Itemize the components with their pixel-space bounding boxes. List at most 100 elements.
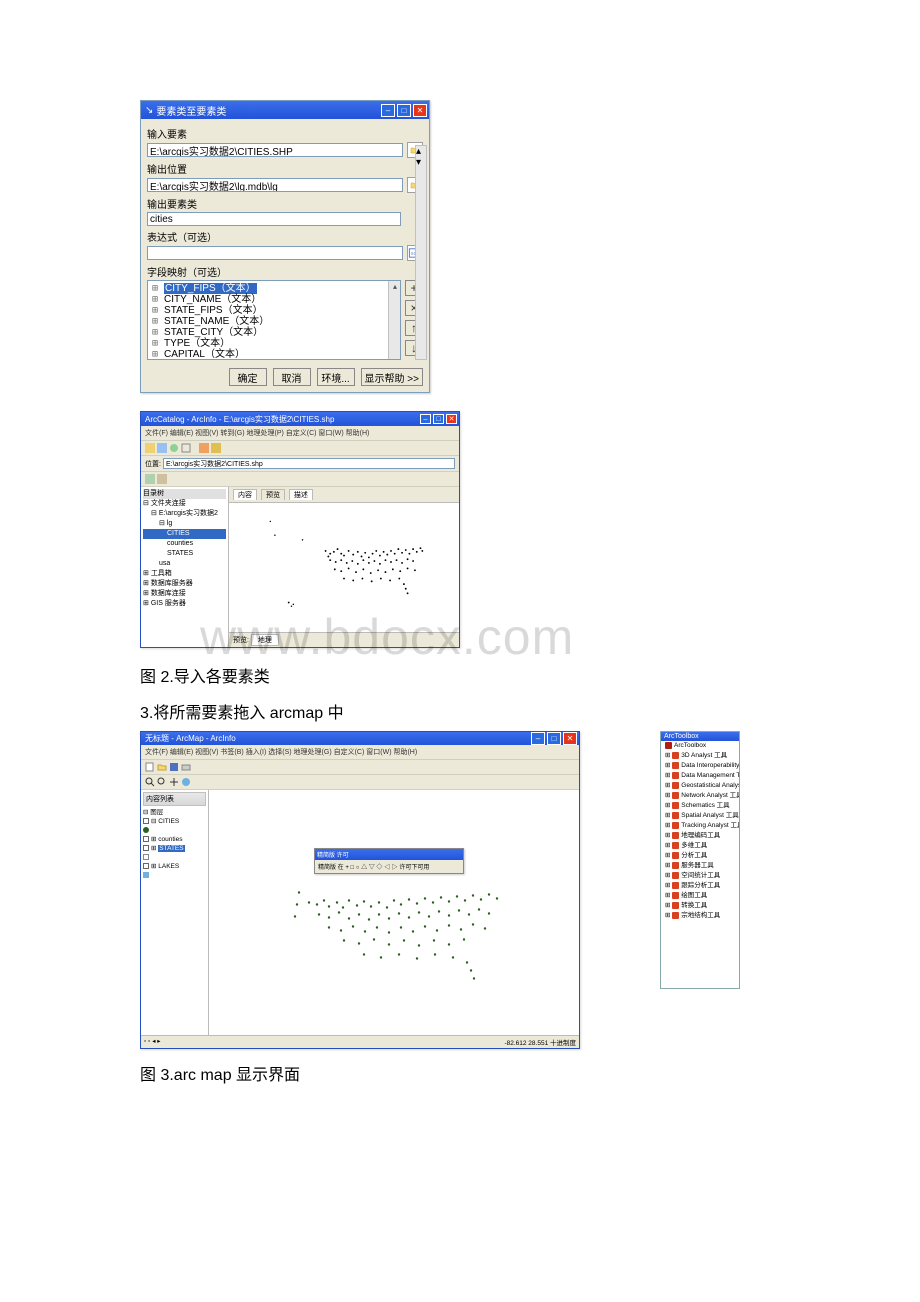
arccatalog-toolbar[interactable] [141, 441, 459, 456]
arccatalog-toolbar-2[interactable] [141, 472, 459, 487]
arctoolbox-title: ArcToolbox [661, 732, 739, 741]
map-canvas[interactable]: 精简版 许可 精简版 在 + □ ○ △ ▽ ◇ ◁ ▷ 许可下可用 [209, 790, 579, 1035]
output-fc-field[interactable]: cities [147, 212, 401, 226]
toolbox-node[interactable]: ⊞ 服务器工具 [661, 861, 739, 871]
toc-title: 内容列表 [143, 792, 206, 806]
toolbar-icon [211, 443, 221, 453]
field-item[interactable]: ⊞ STATE_NAME（文本） [152, 316, 396, 327]
arccatalog-title: ArcCatalog - ArcInfo - E:\arcgis实习数据2\CI… [145, 414, 418, 425]
cancel-button[interactable]: 取消 [273, 368, 311, 386]
maximize-button[interactable]: □ [433, 414, 444, 424]
tree-node[interactable]: ⊞ GIS 服务器 [143, 599, 226, 609]
minimize-button[interactable]: – [531, 732, 545, 745]
field-item[interactable]: ⊞ TYPE（文本） [152, 338, 396, 349]
expression-field[interactable] [147, 246, 403, 260]
tree-node[interactable]: ⊟ lg [143, 519, 226, 529]
tree-node[interactable]: ⊞ 工具箱 [143, 569, 226, 579]
tab-preview[interactable]: 预览 [261, 489, 285, 500]
toolbox-node[interactable]: ⊞ Data Management Tools [661, 771, 739, 781]
toc-layer[interactable]: ⊞ STATES [143, 844, 206, 853]
toolbox-node[interactable]: ⊞ Schematics 工具 [661, 801, 739, 811]
dialog-title: 要素类至要素类 [156, 103, 379, 118]
toolbox-node[interactable]: ⊞ 转换工具 [661, 901, 739, 911]
arcmap-toolbar-2[interactable] [141, 775, 579, 790]
close-button[interactable]: ✕ [563, 732, 577, 745]
field-item[interactable]: ⊞ CITY_FIPS（文本） [152, 283, 396, 294]
listbox-scrollbar[interactable]: ▴ [388, 281, 400, 359]
toc-layer[interactable]: ⊞ counties [143, 835, 206, 844]
tree-node[interactable]: usa [143, 559, 226, 569]
input-feature-field[interactable]: E:\arcgis实习数据2\CITIES.SHP [147, 143, 403, 157]
arccatalog-menubar[interactable]: 文件(F) 编辑(E) 视图(V) 转到(G) 地理处理(P) 自定义(C) 窗… [141, 426, 459, 441]
maximize-button[interactable]: □ [397, 104, 411, 117]
tree-node[interactable]: ⊞ 数据库连接 [143, 589, 226, 599]
location-label: 位置: [145, 459, 161, 469]
figure-2-caption: 图 2.导入各要素类 [140, 663, 780, 687]
toc-layer[interactable]: ⊟ CITIES [143, 817, 206, 826]
field-item[interactable]: ⊞ STATE_CITY（文本） [152, 327, 396, 338]
maximize-button[interactable]: □ [547, 732, 561, 745]
zoom-in-icon [145, 777, 155, 787]
preview-canvas [229, 503, 459, 632]
toolbox-node[interactable]: ⊞ 3D Analyst 工具 [661, 751, 739, 761]
tab-content[interactable]: 内容 [233, 489, 257, 500]
minimize-button[interactable]: – [381, 104, 395, 117]
toolbox-node[interactable]: ⊞ 地理编码工具 [661, 831, 739, 841]
view-buttons[interactable]: ▫ ▫ ◂ ▸ [144, 1037, 161, 1047]
arccatalog-location-bar: 位置: E:\arcgis实习数据2\CITIES.shp [141, 456, 459, 472]
toolbox-node[interactable]: ⊞ Network Analyst 工具 [661, 791, 739, 801]
location-field[interactable]: E:\arcgis实习数据2\CITIES.shp [163, 458, 455, 469]
toolbox-node[interactable]: ⊞ Spatial Analyst 工具 [661, 811, 739, 821]
toolbox-node[interactable]: ⊞ 多维工具 [661, 841, 739, 851]
tree-node[interactable]: CITIES [143, 529, 226, 539]
toc-symbol [143, 853, 206, 862]
output-fc-label: 输出要素类 [147, 196, 423, 211]
usa-points-black [229, 503, 459, 632]
field-item[interactable]: ⊞ CITY_NAME（文本） [152, 294, 396, 305]
toolbox-node[interactable]: ⊞ 绘图工具 [661, 891, 739, 901]
show-help-button[interactable]: 显示帮助 >> [361, 368, 423, 386]
tab-description[interactable]: 描述 [289, 489, 313, 500]
close-button[interactable]: ✕ [446, 414, 457, 424]
print-icon [181, 762, 191, 772]
toolbox-node[interactable]: ⊞ Geostatistical Analyst 工具 [661, 781, 739, 791]
tree-node[interactable]: ⊟ 文件夹连接 [143, 499, 226, 509]
environments-button[interactable]: 环境... [317, 368, 355, 386]
tree-node[interactable]: STATES [143, 549, 226, 559]
catalog-tree[interactable]: 目录树 ⊟ 文件夹连接 ⊟ E:\arcgis实习数据2 ⊟ lg CITIES… [141, 487, 229, 647]
arctoolbox-panel[interactable]: ArcToolbox ArcToolbox ⊞ 3D Analyst 工具 ⊞ … [660, 731, 740, 989]
toc-layer[interactable]: ⊞ LAKES [143, 862, 206, 871]
toolbox-node[interactable]: ⊞ 空间统计工具 [661, 871, 739, 881]
ok-button[interactable]: 确定 [229, 368, 267, 386]
toolbar-icon [157, 443, 167, 453]
tree-node[interactable]: counties [143, 539, 226, 549]
arcmap-title: 无标题 - ArcMap - ArcInfo [145, 733, 529, 744]
tree-node[interactable]: ⊟ E:\arcgis实习数据2 [143, 509, 226, 519]
tree-node[interactable]: ⊞ 数据库服务器 [143, 579, 226, 589]
toc-symbol [143, 826, 206, 835]
zoom-out-icon [157, 777, 167, 787]
input-feature-label: 输入要素 [147, 126, 423, 141]
toolbox-node[interactable]: ⊞ 宗地结构工具 [661, 911, 739, 921]
toolbox-node[interactable]: ⊞ 分析工具 [661, 851, 739, 861]
toolbox-node[interactable]: ⊞ 跟踪分析工具 [661, 881, 739, 891]
tree-header: 目录树 [143, 489, 226, 499]
close-button[interactable]: ✕ [413, 104, 427, 117]
field-map-listbox[interactable]: ▴ ⊞ CITY_FIPS（文本） ⊞ CITY_NAME（文本） ⊞ STAT… [147, 280, 401, 360]
field-map-label: 字段映射（可选） [147, 264, 423, 279]
toolbox-node[interactable]: ⊞ Tracking Analyst 工具 [661, 821, 739, 831]
dialog-scrollbar[interactable]: ▴ ▾ [415, 145, 427, 360]
dialog-titlebar: ↘ 要素类至要素类 – □ ✕ [141, 101, 429, 119]
toolbox-node[interactable]: ArcToolbox [661, 741, 739, 751]
minimize-button[interactable]: – [420, 414, 431, 424]
toc-node[interactable]: ⊟ 图层 [143, 808, 206, 817]
preview-type-dropdown[interactable]: 地理 [251, 634, 279, 646]
output-location-field[interactable]: E:\arcgis实习数据2\lg.mdb\lg [147, 178, 403, 192]
toolbox-node[interactable]: ⊞ Data Interoperability 工具 [661, 761, 739, 771]
arcmap-toolbar-1[interactable] [141, 760, 579, 775]
field-item[interactable]: ⊞ STATE_FIPS（文本） [152, 305, 396, 316]
field-item[interactable]: ⊞ CAPITAL（文本） [152, 349, 396, 360]
table-of-contents[interactable]: 内容列表 ⊟ 图层 ⊟ CITIES ⊞ counties ⊞ STATES ⊞… [141, 790, 209, 1035]
arccatalog-titlebar: ArcCatalog - ArcInfo - E:\arcgis实习数据2\CI… [141, 412, 459, 426]
arcmap-menubar[interactable]: 文件(F) 编辑(E) 视图(V) 书签(B) 插入(I) 选择(S) 地理处理… [141, 745, 579, 760]
